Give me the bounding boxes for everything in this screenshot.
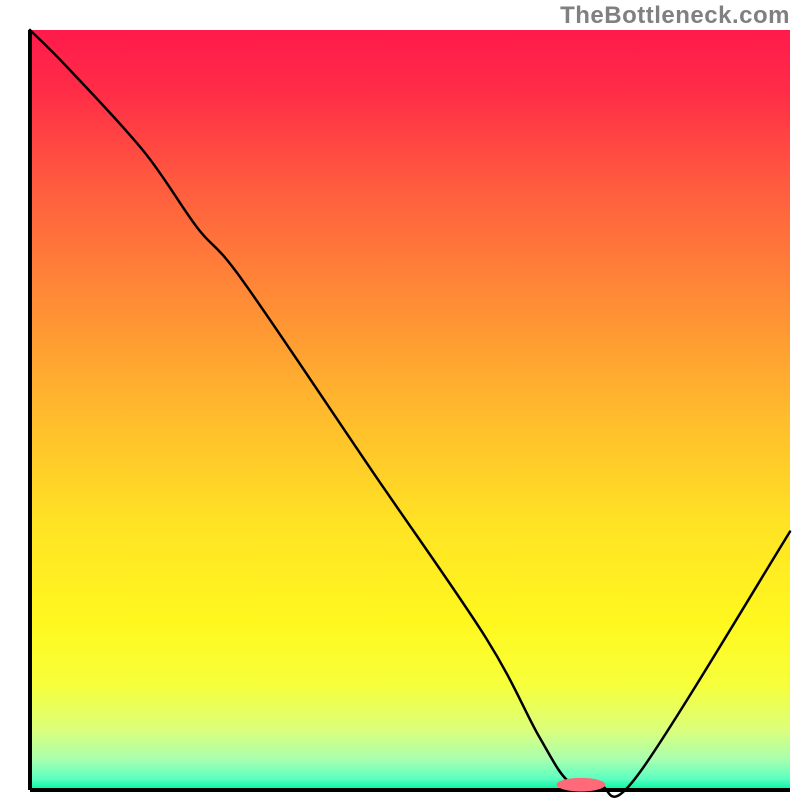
optimal-marker (557, 778, 606, 792)
chart-svg (0, 0, 800, 800)
watermark-text: TheBottleneck.com (560, 2, 790, 30)
chart-frame: TheBottleneck.com (0, 0, 800, 800)
plot-background (30, 30, 790, 790)
